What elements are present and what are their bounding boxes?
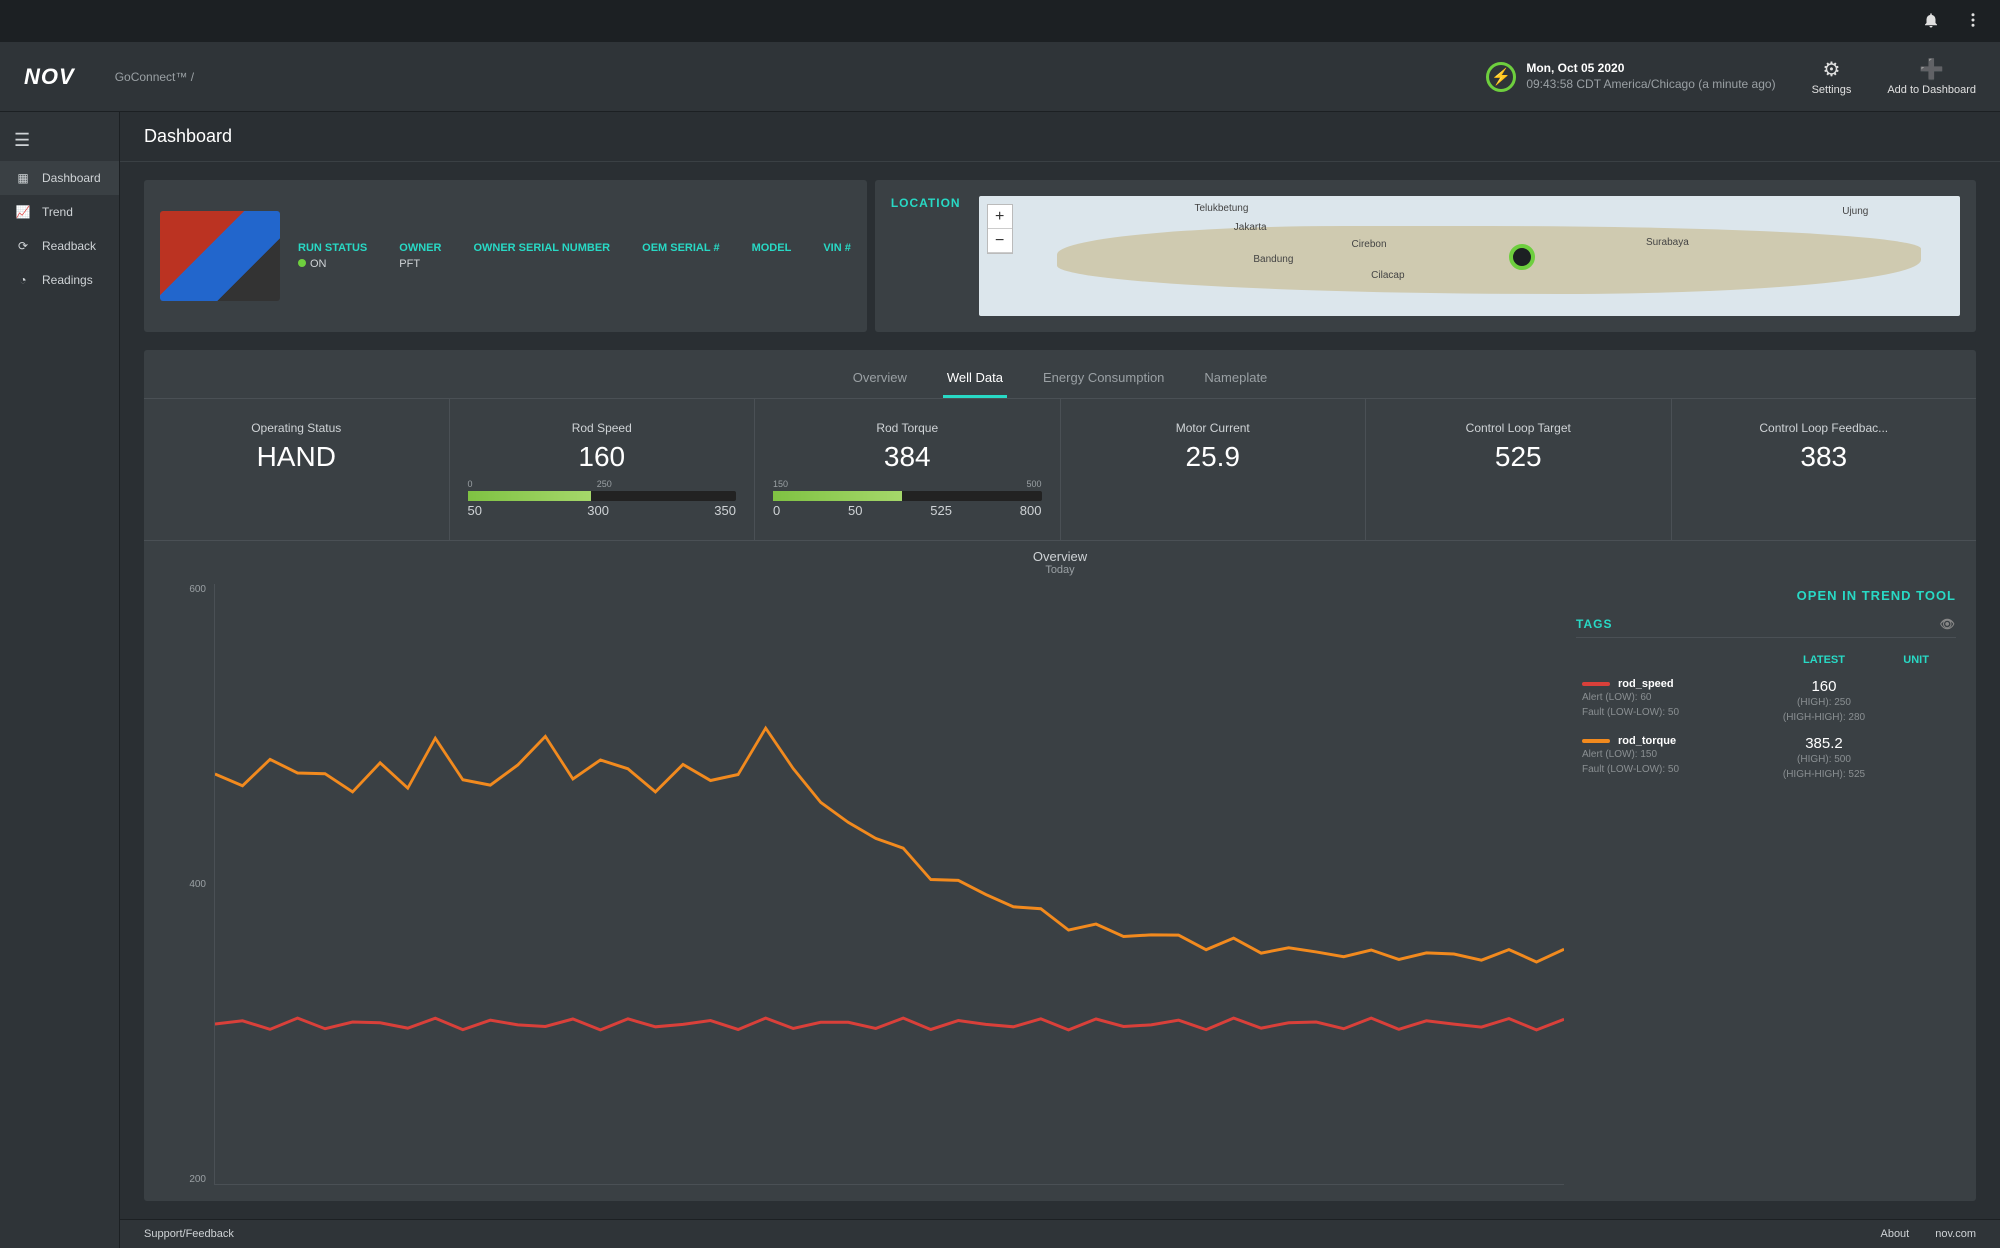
breadcrumb[interactable]: GoConnect™ / [115, 70, 194, 84]
tab-nameplate[interactable]: Nameplate [1200, 360, 1271, 398]
bell-icon[interactable] [1922, 11, 1940, 32]
y-tick: 600 [189, 584, 206, 595]
model: MODEL [752, 242, 792, 270]
location-card: LOCATION + − Telukbetung Jakarta Cirebon [875, 180, 1976, 332]
settings-button[interactable]: ⚙ Settings [1812, 57, 1852, 96]
map[interactable]: + − Telukbetung Jakarta Cirebon Bandung … [979, 196, 1960, 316]
timestamp-date: Mon, Oct 05 2020 [1526, 61, 1775, 77]
run-status: RUN STATUS ON [298, 242, 367, 270]
metric-rod-speed: Rod Speed 160 0250 50300350 [450, 399, 756, 540]
sidebar-item-readback[interactable]: ⟳ Readback [0, 229, 119, 263]
readings-icon: ◔ [14, 273, 32, 287]
y-tick: 400 [189, 879, 206, 890]
metric-motor-current: Motor Current 25.9 [1061, 399, 1367, 540]
trend-icon: 📈 [14, 205, 32, 219]
readback-icon: ⟳ [14, 239, 32, 253]
owner-serial: OWNER SERIAL NUMBER [473, 242, 610, 270]
sidebar: ☰ ▦ Dashboard 📈 Trend ⟳ Readback ◔ Readings [0, 112, 120, 1248]
vin: VIN # [823, 242, 851, 270]
tag-row[interactable]: rod_torque Alert (LOW): 150 Fault (LOW-L… [1578, 731, 1954, 786]
metric-rod-torque: Rod Torque 384 150500 050525800 [755, 399, 1061, 540]
plus-icon: ➕ [1887, 57, 1976, 82]
sidebar-item-label: Trend [42, 205, 73, 219]
bolt-icon: ⚡ [1486, 62, 1516, 92]
sidebar-item-dashboard[interactable]: ▦ Dashboard [0, 161, 119, 195]
map-city-label: Surabaya [1646, 237, 1689, 248]
zoom-out-button[interactable]: − [988, 229, 1012, 253]
timestamp: ⚡ Mon, Oct 05 2020 09:43:58 CDT America/… [1486, 61, 1775, 92]
sidebar-item-label: Dashboard [42, 171, 101, 185]
page-title: Dashboard [120, 112, 2000, 162]
map-city-label: Bandung [1253, 254, 1293, 265]
sidebar-item-trend[interactable]: 📈 Trend [0, 195, 119, 229]
status-dot-icon [298, 259, 306, 267]
timestamp-time: 09:43:58 CDT America/Chicago (a minute a… [1526, 77, 1775, 93]
add-to-dashboard-button[interactable]: ➕ Add to Dashboard [1887, 57, 1976, 96]
owner: OWNER PFT [399, 242, 441, 270]
y-tick: 200 [189, 1174, 206, 1185]
chart-title: Overview [144, 549, 1976, 564]
window-topbar [0, 0, 2000, 42]
oem-serial: OEM SERIAL # [642, 242, 719, 270]
equipment-card: RUN STATUS ON OWNER PFT OWNER SERIAL NUM… [144, 180, 867, 332]
sidebar-item-readings[interactable]: ◔ Readings [0, 263, 119, 297]
location-label: LOCATION [891, 196, 961, 316]
gear-icon: ⚙ [1812, 57, 1852, 82]
site-link[interactable]: nov.com [1935, 1228, 1976, 1240]
sidebar-item-label: Readback [42, 239, 96, 253]
about-link[interactable]: About [1880, 1228, 1909, 1240]
metric-control-loop-target: Control Loop Target 525 [1366, 399, 1672, 540]
map-marker-icon[interactable] [1509, 244, 1535, 270]
equipment-image [160, 211, 280, 301]
map-city-label: Jakarta [1234, 222, 1267, 233]
tags-table: LATESTUNIT rod_speed Alert (LOW): 60 Fau… [1576, 646, 1956, 788]
tab-well-data[interactable]: Well Data [943, 360, 1007, 398]
metrics-row: Operating Status HAND Rod Speed 160 0250… [144, 399, 1976, 541]
tags-heading: TAGS [1576, 617, 1612, 631]
map-zoom-controls: + − [987, 204, 1013, 254]
map-city-label: Ujung [1842, 206, 1868, 217]
metric-operating-status: Operating Status HAND [144, 399, 450, 540]
open-in-trend-button[interactable]: OPEN IN TREND TOOL [1576, 584, 1956, 617]
data-tabs: Overview Well Data Energy Consumption Namep… [144, 350, 1976, 399]
more-icon[interactable] [1964, 11, 1982, 32]
map-city-label: Cirebon [1352, 239, 1387, 250]
tab-overview[interactable]: Overview [849, 360, 911, 398]
footer: Support/Feedback About nov.com [120, 1219, 2000, 1248]
context-bar: NOV GoConnect™ / ⚡ Mon, Oct 05 2020 09:4… [0, 42, 2000, 112]
sidebar-item-label: Readings [42, 273, 93, 287]
tag-row[interactable]: rod_speed Alert (LOW): 60 Fault (LOW-LOW… [1578, 674, 1954, 729]
chart-area[interactable]: 600 400 200 [164, 584, 1564, 1185]
support-link[interactable]: Support/Feedback [144, 1228, 234, 1240]
eye-icon[interactable]: 👁 [1940, 617, 1956, 631]
tab-energy-consumption[interactable]: Energy Consumption [1039, 360, 1168, 398]
menu-toggle-icon[interactable]: ☰ [0, 120, 119, 161]
map-city-label: Telukbetung [1195, 203, 1249, 214]
chart-panel: Overview Today 600 400 200 [144, 541, 1976, 1201]
chart-subtitle: Today [144, 564, 1976, 576]
map-city-label: Cilacap [1371, 270, 1404, 281]
zoom-in-button[interactable]: + [988, 205, 1012, 229]
dashboard-icon: ▦ [14, 171, 32, 185]
metric-control-loop-feedback: Control Loop Feedbac... 383 [1672, 399, 1977, 540]
logo: NOV [24, 64, 75, 90]
